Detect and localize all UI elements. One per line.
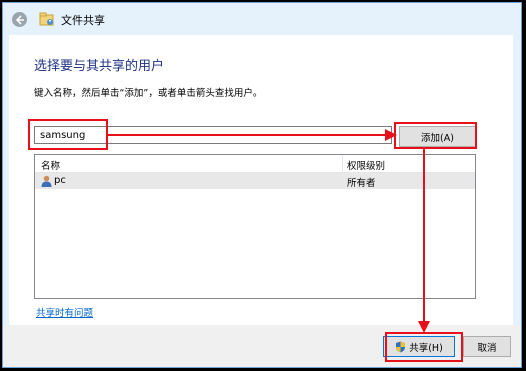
column-header-permission[interactable]: 权限级别 [347,158,385,172]
instruction-text: 键入名称，然后单击“添加”，或者单击箭头查找用户。 [34,88,263,99]
share-button[interactable]: 共享(H) [383,336,455,357]
window-title: 文件共享 [61,14,105,27]
list-row-pc[interactable]: pc 所有者 [35,173,475,189]
list-header: 名称 权限级别 [35,155,475,173]
user-icon [41,175,52,187]
main-content: 选择要与其共享的用户 键入名称，然后单击“添加”，或者单击箭头查找用户。 添加(… [9,35,513,325]
page-heading: 选择要与其共享的用户 [34,59,165,74]
user-list[interactable]: 名称 权限级别 pc 所有者 [34,154,476,299]
column-header-name[interactable]: 名称 [41,158,60,172]
file-share-app-icon [39,12,54,26]
user-name-input[interactable] [34,126,392,144]
cancel-button[interactable]: 取消 [463,336,511,357]
sharing-help-link[interactable]: 共享时有问题 [36,305,93,319]
column-separator [342,155,343,172]
shield-icon [396,341,406,352]
share-button-label: 共享(H) [409,342,443,354]
back-button[interactable] [12,12,27,27]
row-user-name: pc [54,175,66,186]
row-permission[interactable]: 所有者 [347,175,376,189]
title-bar: 文件共享 [3,3,521,35]
add-button[interactable]: 添加(A) [399,126,476,147]
back-arrow-icon [15,14,24,25]
